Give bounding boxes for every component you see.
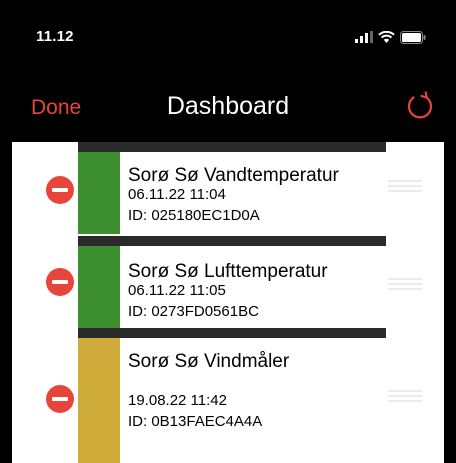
sensor-id: ID: 025180EC1D0A: [128, 207, 260, 224]
row-separator: [78, 236, 386, 246]
list-item[interactable]: Sorø Sø Lufttemperatur 06.11.22 11:05 ID…: [0, 234, 456, 328]
page-title: Dashboard: [166, 92, 290, 120]
reorder-handle-icon[interactable]: [388, 180, 422, 194]
row-content: Sorø Sø Vandtemperatur 06.11.22 11:04 ID…: [128, 165, 339, 225]
cellular-signal-icon: [355, 31, 373, 43]
wifi-icon: [378, 30, 395, 43]
sensor-name: Sorø Sø Vindmåler: [128, 351, 290, 372]
list-item[interactable]: Sorø Sø Vindmåler 19.08.22 11:42 ID: 0B1…: [0, 328, 456, 463]
delete-button[interactable]: [46, 268, 74, 296]
battery-icon: [400, 30, 426, 44]
sensor-id: ID: 0273FD0561BC: [128, 303, 259, 320]
sensor-id: ID: 0B13FAEC4A4A: [128, 413, 263, 430]
row-edge: [0, 142, 12, 234]
navigation-bar: Done Dashboard: [0, 68, 456, 142]
row-edge: [444, 234, 456, 328]
refresh-icon: [407, 91, 433, 119]
row-separator: [78, 328, 386, 338]
row-content: Sorø Sø Lufttemperatur 06.11.22 11:05 ID…: [128, 261, 328, 321]
row-content: Sorø Sø Vindmåler 19.08.22 11:42 ID: 0B1…: [128, 351, 290, 431]
reorder-handle-icon[interactable]: [388, 390, 422, 404]
dashboard-list: Sorø Sø Vandtemperatur 06.11.22 11:04 ID…: [0, 142, 456, 463]
delete-button[interactable]: [46, 385, 74, 413]
sensor-name: Sorø Sø Lufttemperatur: [128, 261, 328, 282]
status-time: 11.12: [36, 28, 74, 45]
row-separator: [78, 142, 386, 152]
status-bar: 11.12: [0, 0, 456, 68]
sensor-timestamp: 06.11.22 11:04: [128, 186, 226, 203]
reorder-handle-icon[interactable]: [388, 278, 422, 292]
refresh-button[interactable]: [404, 89, 436, 121]
status-icons: [355, 28, 426, 46]
status-color-strip: [78, 152, 120, 234]
list-item[interactable]: Sorø Sø Vandtemperatur 06.11.22 11:04 ID…: [0, 142, 456, 234]
row-edge: [0, 234, 12, 328]
status-color-strip: [78, 246, 120, 328]
sensor-timestamp: 19.08.22 11:42: [128, 392, 227, 409]
row-edge: [444, 328, 456, 463]
sensor-name: Sorø Sø Vandtemperatur: [128, 165, 339, 186]
status-color-strip: [78, 338, 120, 463]
delete-button[interactable]: [46, 176, 74, 204]
sensor-timestamp: 06.11.22 11:05: [128, 282, 226, 299]
row-edge: [444, 142, 456, 234]
row-edge: [0, 328, 12, 463]
